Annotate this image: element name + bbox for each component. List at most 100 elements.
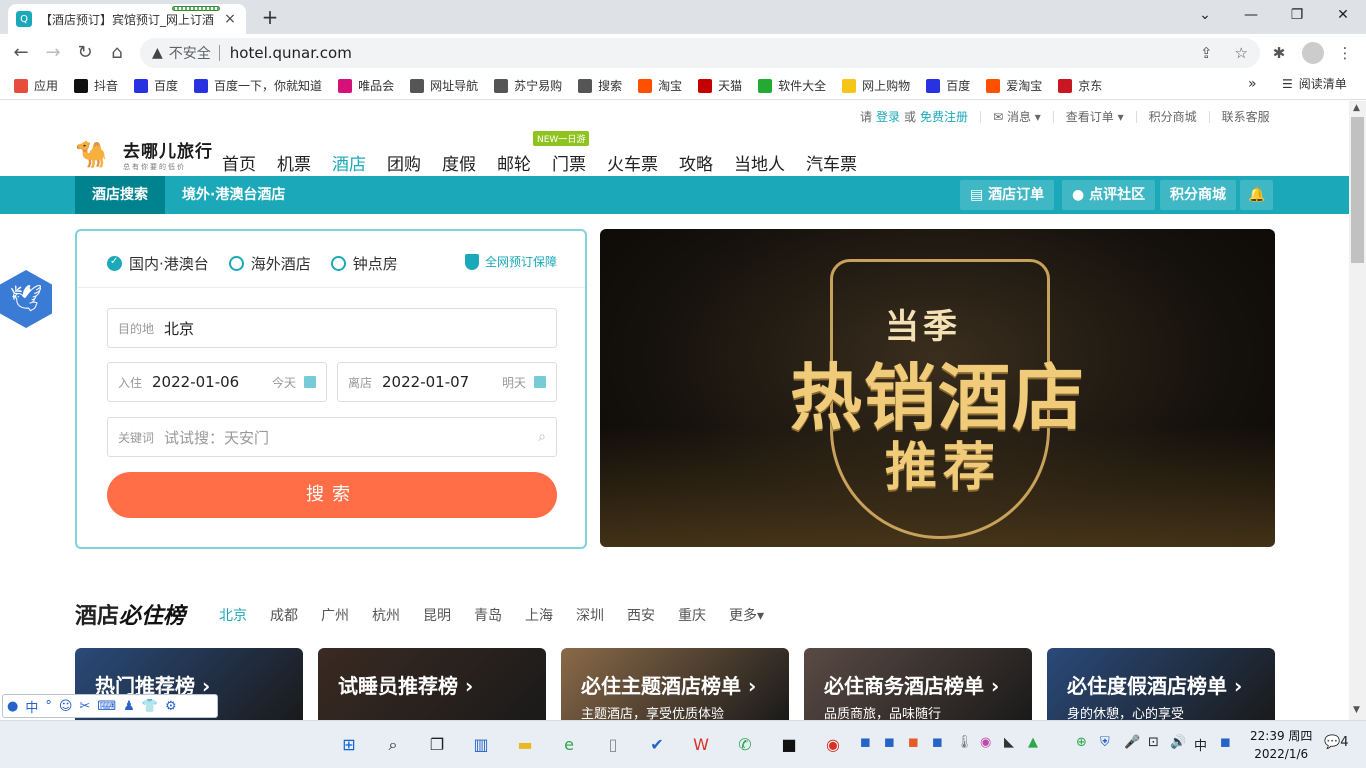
orders-link[interactable]: 查看订单 ▾ — [1066, 108, 1124, 125]
minimize-button[interactable]: — — [1228, 0, 1274, 30]
option-hourly[interactable]: 钟点房 — [330, 253, 398, 274]
tray-icon[interactable]: ◉ — [980, 735, 991, 750]
register-link[interactable]: 免费注册 — [920, 108, 968, 125]
start-icon[interactable]: ⊞ — [333, 729, 365, 761]
search-icon[interactable]: ⌕ — [377, 729, 409, 761]
nav-item[interactable]: 酒店 — [332, 150, 366, 175]
browser-tab[interactable]: Q 【酒店预订】宾馆预订_网上订酒 × — [8, 4, 246, 34]
login-link[interactable]: 登录 — [876, 108, 900, 125]
city-tab[interactable]: 北京 — [219, 605, 247, 625]
maximize-button[interactable]: ❐ — [1274, 0, 1320, 30]
volume-icon[interactable]: 🔊 — [1170, 735, 1186, 750]
widgets-icon[interactable]: ▥ — [465, 729, 497, 761]
tab-hotel-search[interactable]: 酒店搜索 — [75, 176, 165, 214]
city-tab[interactable]: 广州 — [321, 605, 349, 625]
bell-icon[interactable]: 🔔 — [1240, 180, 1274, 210]
ranking-card[interactable]: 必住度假酒店榜单 › 身的休憩，心的享受 — [1047, 648, 1275, 720]
network-icon[interactable]: ⊡ — [1148, 735, 1159, 750]
tray-icon[interactable]: ◼ — [860, 735, 871, 750]
messages-link[interactable]: ✉ 消息 ▾ — [993, 108, 1041, 125]
reading-list-button[interactable]: ☰ 阅读清单 — [1282, 75, 1347, 92]
new-tab-button[interactable]: + — [258, 6, 282, 30]
ranking-card[interactable]: 试睡员推荐榜 › — [318, 648, 546, 720]
ime-button[interactable]: ♟ — [123, 699, 135, 714]
bookmark-star-icon[interactable]: ☆ — [1235, 44, 1248, 62]
nav-item[interactable]: 团购 — [387, 150, 421, 175]
city-tab[interactable]: 更多▾ — [729, 605, 764, 625]
nav-item[interactable]: 机票 — [277, 150, 311, 175]
bookmark-item[interactable]: 爱淘宝 — [986, 77, 1042, 94]
nav-item[interactable]: 当地人 — [734, 150, 785, 175]
clock[interactable]: 22:39 周四 2022/1/6 — [1250, 727, 1312, 763]
qunar-logo[interactable]: 🐪 去哪儿旅行 总有你要的低价 — [75, 137, 213, 172]
ime-language-indicator[interactable]: 中 — [1194, 735, 1207, 754]
pycharm-icon[interactable]: ■ — [773, 729, 805, 761]
back-icon[interactable]: ← — [6, 38, 36, 68]
tray-icon[interactable]: ▲ — [1028, 735, 1038, 750]
ime-button[interactable]: ⚙ — [165, 699, 177, 714]
ime-button[interactable]: 中 — [25, 697, 38, 716]
tray-icon[interactable]: 🌡 — [956, 735, 973, 750]
reload-icon[interactable]: ↻ — [70, 38, 100, 68]
nav-item[interactable]: 度假 — [442, 150, 476, 175]
bookmark-item[interactable]: 天猫 — [698, 77, 742, 94]
bookmark-item[interactable]: 百度一下，你就知道 — [194, 77, 322, 94]
extensions-icon[interactable]: ✱ — [1268, 42, 1290, 64]
booking-guarantee-link[interactable]: 全网预订保障 — [465, 253, 557, 270]
wps-icon[interactable]: W — [685, 729, 717, 761]
floating-bird-icon[interactable]: 🕊 — [0, 270, 52, 328]
review-community-button[interactable]: ● 点评社区 — [1062, 180, 1156, 210]
bookmark-item[interactable]: 百度 — [926, 77, 970, 94]
search-button[interactable]: 搜索 — [107, 472, 557, 518]
ranking-card[interactable]: 必住主题酒店榜单 › 主题酒店，享受优质体验 — [561, 648, 789, 720]
task-view-icon[interactable]: ❐ — [421, 729, 453, 761]
chrome-icon[interactable]: ◉ — [817, 729, 849, 761]
hotel-orders-button[interactable]: ▤ 酒店订单 — [960, 180, 1055, 210]
city-tab[interactable]: 重庆 — [678, 605, 706, 625]
defender-icon[interactable]: ⛨ — [1100, 735, 1110, 750]
file-explorer-icon[interactable]: ▬ — [509, 729, 541, 761]
ime-button[interactable]: 👕 — [142, 699, 158, 714]
city-tab[interactable]: 西安 — [627, 605, 655, 625]
wechat-icon[interactable]: ✆ — [729, 729, 761, 761]
ime-button[interactable]: ⌨ — [97, 699, 116, 714]
security-shield-icon[interactable]: ⊕ — [1076, 735, 1087, 750]
feishu-icon[interactable]: ✔ — [641, 729, 673, 761]
document-icon[interactable]: ▯ — [597, 729, 629, 761]
close-window-button[interactable]: ✕ — [1320, 0, 1366, 30]
home-icon[interactable]: ⌂ — [102, 38, 132, 68]
nav-item[interactable]: 首页 — [222, 150, 256, 175]
url-text[interactable]: hotel.qunar.com — [230, 44, 1178, 62]
address-bar[interactable]: ▲ 不安全 hotel.qunar.com ⇪ ☆ — [140, 38, 1260, 68]
menu-icon[interactable]: ⋮ — [1334, 42, 1356, 64]
nav-item[interactable]: 邮轮 — [497, 150, 531, 175]
tray-icon[interactable]: ◼ — [908, 735, 919, 750]
ie-browser-icon[interactable]: e — [553, 729, 585, 761]
bookmark-item[interactable]: 网址导航 — [410, 77, 478, 94]
checkout-field[interactable]: 离店 2022-01-07 明天 — [337, 362, 557, 402]
nav-item[interactable]: 门票 — [552, 150, 586, 175]
scroll-thumb[interactable] — [1351, 117, 1364, 263]
city-tab[interactable]: 深圳 — [576, 605, 604, 625]
city-tab[interactable]: 上海 — [525, 605, 553, 625]
forward-icon[interactable]: → — [38, 38, 68, 68]
nav-item[interactable]: 汽车票 — [806, 150, 857, 175]
bookmarks-more-icon[interactable]: » — [1248, 76, 1257, 92]
notification-icon[interactable]: 💬4 — [1324, 735, 1348, 750]
ime-button[interactable]: ° — [45, 699, 52, 714]
bookmark-item[interactable]: 网上购物 — [842, 77, 910, 94]
city-tab[interactable]: 成都 — [270, 605, 298, 625]
bookmark-item[interactable]: 唯品会 — [338, 77, 394, 94]
nav-item[interactable]: 火车票 — [607, 150, 658, 175]
tab-overseas-hotels[interactable]: 境外·港澳台酒店 — [182, 176, 285, 214]
points-mall-button[interactable]: 积分商城 — [1160, 180, 1236, 210]
tray-icon[interactable]: ◣ — [1004, 735, 1014, 750]
bookmark-item[interactable]: 抖音 — [74, 77, 118, 94]
tray-icon[interactable]: ◼ — [884, 735, 895, 750]
points-mall-link[interactable]: 积分商城 — [1149, 108, 1197, 125]
share-icon[interactable]: ⇪ — [1200, 44, 1213, 62]
option-domestic[interactable]: 国内·港澳台 — [107, 253, 209, 274]
bookmark-item[interactable]: 苏宁易购 — [494, 77, 562, 94]
city-tab[interactable]: 青岛 — [474, 605, 502, 625]
city-tab[interactable]: 昆明 — [423, 605, 451, 625]
